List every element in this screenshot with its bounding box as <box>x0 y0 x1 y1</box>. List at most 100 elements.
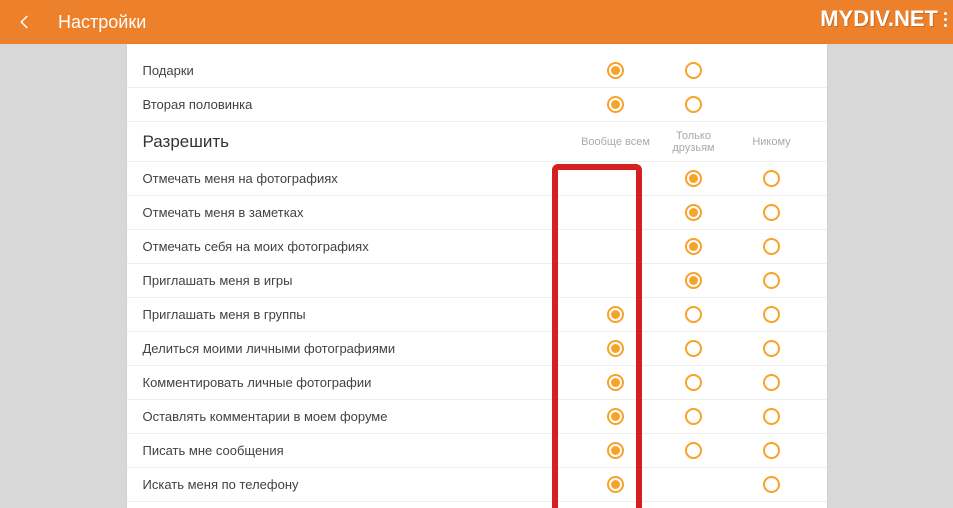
radio-cell <box>577 170 655 187</box>
radio-cell <box>733 374 811 391</box>
radio-option-2[interactable] <box>763 408 780 425</box>
content-panel: Подарки Вторая половинка РазрешитьВообще … <box>127 44 827 508</box>
settings-row: Комментировать личные фотографии <box>127 366 827 400</box>
radio-cell <box>577 62 655 79</box>
radio-cell <box>577 442 655 459</box>
column-header-2: Никому <box>733 130 811 154</box>
row-label: Отмечать меня на фотографиях <box>143 171 577 186</box>
radio-cell <box>577 476 655 493</box>
radio-group <box>577 272 811 289</box>
radio-cell <box>577 272 655 289</box>
radio-group <box>577 408 811 425</box>
radio-option-2[interactable] <box>763 204 780 221</box>
row-label: Отмечать себя на моих фотографиях <box>143 239 577 254</box>
row-label: Приглашать меня в игры <box>143 273 577 288</box>
radio-cell <box>655 476 733 493</box>
radio-cell <box>655 340 733 357</box>
radio-group <box>577 62 811 79</box>
row-label: Отмечать меня в заметках <box>143 205 577 220</box>
radio-group <box>577 204 811 221</box>
radio-cell <box>733 340 811 357</box>
radio-option-1[interactable] <box>685 408 702 425</box>
topbar: Настройки MYDIV.NET <box>0 0 953 44</box>
radio-option-1[interactable] <box>685 374 702 391</box>
settings-row: Вторая половинка <box>127 88 827 122</box>
radio-option-1[interactable] <box>685 306 702 323</box>
radio-option-0[interactable] <box>607 408 624 425</box>
radio-option-0[interactable] <box>607 306 624 323</box>
settings-row: Писать мне сообщения <box>127 434 827 468</box>
radio-option-1[interactable] <box>685 96 702 113</box>
watermark: MYDIV.NET <box>820 6 947 32</box>
radio-option-1[interactable] <box>685 170 702 187</box>
radio-option-2[interactable] <box>763 170 780 187</box>
radio-option-1[interactable] <box>685 204 702 221</box>
settings-row: Отмечать меня в заметках <box>127 196 827 230</box>
row-label: Писать мне сообщения <box>143 443 577 458</box>
radio-cell <box>577 306 655 323</box>
radio-option-1[interactable] <box>685 272 702 289</box>
radio-option-2[interactable] <box>763 442 780 459</box>
settings-row: Оставлять комментарии в моем форуме <box>127 400 827 434</box>
radio-option-1[interactable] <box>685 238 702 255</box>
radio-option-0[interactable] <box>607 476 624 493</box>
radio-cell <box>655 62 733 79</box>
settings-row: Приглашать меня в игры <box>127 264 827 298</box>
radio-cell <box>733 238 811 255</box>
radio-cell <box>655 306 733 323</box>
settings-row: Делиться моими личными фотографиями <box>127 332 827 366</box>
radio-cell <box>733 272 811 289</box>
radio-cell <box>733 62 811 79</box>
row-label: Вторая половинка <box>143 97 577 112</box>
radio-cell <box>577 374 655 391</box>
row-label: Приглашать меня в группы <box>143 307 577 322</box>
radio-option-2[interactable] <box>763 238 780 255</box>
radio-group <box>577 442 811 459</box>
radio-cell <box>655 374 733 391</box>
radio-option-1[interactable] <box>685 442 702 459</box>
radio-group <box>577 170 811 187</box>
radio-option-1[interactable] <box>685 62 702 79</box>
radio-cell <box>655 442 733 459</box>
row-label: Комментировать личные фотографии <box>143 375 577 390</box>
row-label: Подарки <box>143 63 577 78</box>
settings-row: Отмечать себя на моих фотографиях <box>127 230 827 264</box>
radio-option-0[interactable] <box>607 374 624 391</box>
section-title: Разрешить <box>143 132 577 152</box>
radio-group <box>577 306 811 323</box>
radio-cell <box>733 170 811 187</box>
radio-option-2[interactable] <box>763 340 780 357</box>
radio-cell <box>733 442 811 459</box>
section-header: РазрешитьВообще всемТолько друзьямНикому <box>127 122 827 162</box>
page-title: Настройки <box>58 12 146 33</box>
radio-option-1[interactable] <box>685 340 702 357</box>
back-arrow-icon[interactable] <box>14 11 36 33</box>
radio-cell <box>655 204 733 221</box>
radio-cell <box>733 96 811 113</box>
privacy-section-1: Подарки Вторая половинка <box>127 44 827 122</box>
column-header-1: Только друзьям <box>655 130 733 154</box>
radio-option-2[interactable] <box>763 374 780 391</box>
radio-option-0[interactable] <box>607 442 624 459</box>
column-header-0: Вообще всем <box>577 130 655 154</box>
radio-cell <box>577 408 655 425</box>
radio-option-2[interactable] <box>763 306 780 323</box>
radio-cell <box>577 238 655 255</box>
radio-option-2[interactable] <box>763 476 780 493</box>
radio-cell <box>577 340 655 357</box>
radio-cell <box>655 408 733 425</box>
radio-option-0[interactable] <box>607 340 624 357</box>
radio-group <box>577 374 811 391</box>
settings-row: Отмечать меня на фотографиях <box>127 162 827 196</box>
radio-group <box>577 238 811 255</box>
radio-cell <box>577 204 655 221</box>
settings-row: Подарки <box>127 54 827 88</box>
radio-cell <box>733 306 811 323</box>
row-label: Искать меня по телефону <box>143 477 577 492</box>
radio-option-0[interactable] <box>607 62 624 79</box>
radio-group <box>577 340 811 357</box>
radio-option-0[interactable] <box>607 96 624 113</box>
watermark-text: MYDIV.NET <box>820 6 938 32</box>
radio-cell <box>655 272 733 289</box>
radio-option-2[interactable] <box>763 272 780 289</box>
